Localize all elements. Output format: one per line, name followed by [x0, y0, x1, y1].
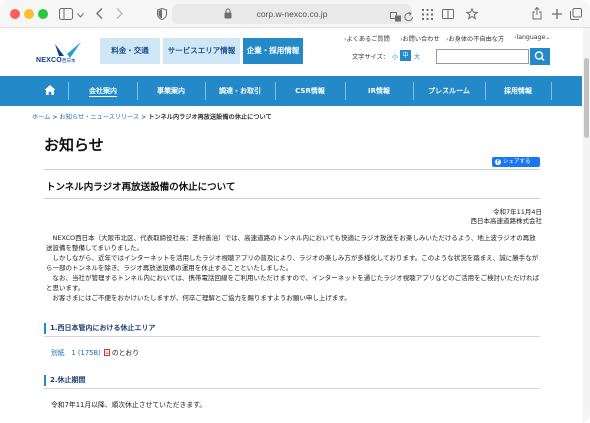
tab-toll-traffic[interactable]: 料金・交通 — [100, 38, 160, 64]
section-marker — [44, 375, 46, 386]
section-marker — [44, 323, 46, 334]
breadcrumb-separator: > — [139, 114, 149, 121]
accessibility-link[interactable]: ›お身体の不自由な方 — [446, 34, 504, 43]
attachment-link[interactable]: 別紙 1 (175B) — [51, 349, 101, 357]
new-tab-icon[interactable] — [551, 5, 563, 23]
nav-item-recruit[interactable]: 採用情報 — [486, 76, 550, 106]
shield-icon[interactable] — [156, 5, 168, 23]
browser-toolbar: corp.w-nexco.co.jp — [0, 0, 590, 28]
body-paragraph: しかしながら、近年ではインターネットを活用したラジオ視聴アプリの普及により、ラジ… — [46, 254, 539, 272]
breadcrumb-current: トンネル内ラジオ再放送設備の休止について — [148, 114, 272, 121]
nav-item-label: 会社案内 — [89, 87, 117, 97]
search-input[interactable] — [436, 49, 529, 64]
breadcrumb: ホーム > お知らせ・ニュースリリース > トンネル内ラジオ再放送設備の休止につ… — [32, 112, 272, 121]
faq-link[interactable]: ›よくあるご質問 — [344, 34, 390, 43]
attachment-line: 別紙 1 (175B) のとおり — [51, 347, 139, 357]
body-paragraph: NEXCO西日本（大阪市北区、代表取締役社長：芝村善治）では、高速道路のトンネル… — [46, 234, 536, 252]
share-icon[interactable] — [531, 5, 543, 23]
minimize-window-button[interactable] — [24, 9, 34, 19]
tab-service-area[interactable]: サービスエリア情報 — [163, 38, 240, 64]
font-size-small[interactable]: 小 — [392, 52, 398, 61]
nav-item-business[interactable]: 事業案内 — [138, 76, 204, 106]
nav-item-pressroom[interactable]: プレスルーム — [414, 76, 484, 106]
bookmark-icon[interactable] — [441, 5, 455, 23]
section-heading: 1.西日本管内における休止エリア — [44, 322, 540, 337]
star-icon[interactable] — [465, 5, 479, 23]
scrollbar[interactable] — [583, 28, 590, 423]
file-icon — [103, 349, 110, 356]
breadcrumb-home[interactable]: ホーム — [32, 114, 50, 121]
back-icon[interactable] — [93, 5, 105, 23]
chevron-down-icon[interactable] — [75, 5, 85, 23]
period-text: 令和7年11月以降、順次休止させていただきます。 — [51, 401, 207, 409]
divider — [44, 169, 540, 170]
browser-window: corp.w-nexco.co.jp NEXCO 西日本 料金・交通 サービスエ… — [0, 0, 590, 423]
font-size-label: 文字サイズ： — [352, 54, 389, 61]
search-button[interactable] — [530, 48, 550, 65]
share-label: シェアする — [503, 159, 531, 165]
grid-icon[interactable] — [420, 5, 434, 23]
nav-divider — [551, 82, 552, 100]
logo-subtext: 西日本 — [62, 59, 76, 64]
home-icon[interactable] — [44, 84, 56, 96]
facebook-share-button[interactable]: f シェアする — [492, 157, 540, 167]
body-paragraph: なお、当社が管理するトンネル内においては、携帯電話回線をご利用いただけますので、… — [46, 274, 540, 292]
nav-item-procurement[interactable]: 調達・お取引 — [206, 76, 274, 106]
sidebar-icon[interactable] — [58, 5, 74, 23]
font-size-large[interactable]: 大 — [414, 52, 420, 61]
logo-text: NEXCO — [36, 57, 62, 64]
page-title: お知らせ — [44, 136, 104, 154]
language-link[interactable]: ›language⌄ — [514, 34, 550, 41]
font-size-medium[interactable]: 中 — [400, 50, 411, 61]
search-icon — [534, 51, 545, 62]
nav-item-csr[interactable]: CSR情報 — [276, 76, 344, 106]
language-link-label: language — [516, 34, 546, 41]
organization-name: 西日本高速道路株式会社 — [470, 217, 543, 225]
translate-icon[interactable] — [390, 8, 402, 22]
divider — [44, 198, 540, 199]
reload-icon[interactable] — [404, 8, 414, 22]
section-title: 2.休止期間 — [50, 376, 86, 384]
contact-link[interactable]: ›お問い合わせ — [400, 34, 440, 43]
address-bar[interactable]: corp.w-nexco.co.jp — [172, 4, 414, 24]
tab-corporate[interactable]: 企業・採用情報 — [243, 38, 303, 64]
section-title: 1.西日本管内における休止エリア — [50, 324, 156, 332]
faq-link-label: よくあるご質問 — [346, 36, 390, 43]
section-heading: 2.休止期間 — [44, 374, 540, 389]
divider — [44, 336, 540, 337]
breadcrumb-news[interactable]: お知らせ・ニュースリリース — [60, 114, 140, 121]
divider — [44, 388, 540, 389]
tabs-icon[interactable] — [569, 5, 583, 23]
body-paragraph: お客さまにはご不便をおかけいたしますが、何卒ご理解とご協力を賜りますようお願い申… — [46, 294, 351, 302]
article-title: トンネル内ラジオ再放送設備の休止について — [46, 182, 236, 193]
facebook-icon: f — [495, 159, 501, 165]
breadcrumb-separator: > — [50, 114, 60, 121]
contact-link-label: お問い合わせ — [402, 36, 440, 43]
forward-icon[interactable] — [113, 5, 125, 23]
zoom-window-button[interactable] — [38, 9, 48, 19]
nav-divider — [68, 82, 69, 100]
close-window-button[interactable] — [10, 9, 20, 19]
url-text: corp.w-nexco.co.jp — [256, 9, 328, 19]
nav-item-company[interactable]: 会社案内 — [70, 76, 136, 106]
attachment-suffix: のとおり — [111, 349, 140, 357]
accessibility-link-label: お身体の不自由な方 — [448, 36, 505, 43]
scrollbar-thumb[interactable] — [584, 58, 589, 138]
chevron-down-icon: ⌄ — [545, 34, 551, 41]
nav-item-ir[interactable]: IR情報 — [346, 76, 412, 106]
